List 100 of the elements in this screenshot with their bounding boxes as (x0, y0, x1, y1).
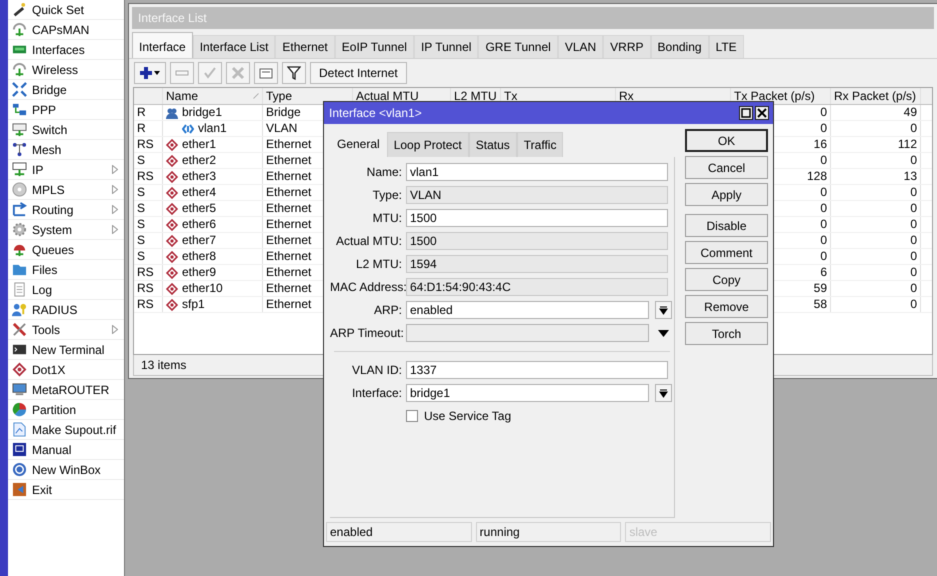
dropdown-field[interactable]: bridge1 (406, 384, 649, 402)
menu-item[interactable]: Partition (8, 400, 124, 420)
readonly-field: 1500 (406, 232, 668, 250)
table-cell: ether9 (182, 265, 216, 280)
comment-button[interactable] (254, 62, 278, 84)
input-field[interactable]: vlan1 (406, 163, 668, 181)
dropdown-button[interactable] (655, 384, 672, 402)
menu-item[interactable]: Exit (8, 480, 124, 500)
table-cell: 0 (831, 281, 921, 296)
table-cell: RS (134, 137, 163, 152)
tab[interactable]: Interface (132, 32, 193, 58)
menu-item[interactable]: IP (8, 160, 124, 180)
pie-icon (12, 402, 27, 417)
menu-item[interactable]: System (8, 220, 124, 240)
tab[interactable]: Interface List (192, 35, 276, 58)
menu-item[interactable]: Switch (8, 120, 124, 140)
input-field[interactable]: 1337 (406, 361, 668, 379)
dialog-button[interactable]: Apply (685, 183, 768, 206)
ethernet-icon (166, 202, 178, 214)
detect-internet-button[interactable]: Detect Internet (310, 62, 407, 84)
menu-item[interactable]: RADIUS (8, 300, 124, 320)
menu-item[interactable]: Files (8, 260, 124, 280)
menu-item[interactable]: Dot1X (8, 360, 124, 380)
table-cell: 0 (831, 201, 921, 216)
window-title: Interface List (132, 7, 934, 29)
menu-item[interactable]: Tools (8, 320, 124, 340)
caret-icon (659, 306, 668, 314)
tab[interactable]: IP Tunnel (414, 35, 478, 58)
table-cell: S (134, 233, 163, 248)
ethernet-icon (166, 266, 178, 278)
ethernet-icon (166, 282, 178, 294)
table-cell: ether10 (182, 281, 223, 296)
tab[interactable]: VLAN (558, 35, 604, 58)
add-button[interactable] (134, 62, 166, 84)
column-header[interactable]: Rx Packet (p/s) (831, 88, 921, 104)
table-cell: 0 (831, 185, 921, 200)
table-cell: R (134, 105, 163, 120)
menu-item[interactable]: Make Supout.rif (8, 420, 124, 440)
note-icon (259, 66, 273, 80)
dialog-button[interactable]: OK (685, 129, 768, 152)
close-button[interactable] (755, 106, 769, 120)
dropdown-field[interactable]: enabled (406, 301, 649, 319)
table-cell: 0 (831, 265, 921, 280)
tools-icon (12, 322, 27, 337)
tab[interactable]: Traffic (516, 132, 564, 157)
menu-item[interactable]: Routing (8, 200, 124, 220)
dialog-button[interactable]: Disable (685, 214, 768, 237)
status-segment: running (476, 522, 622, 542)
antenna-icon (12, 22, 27, 37)
tab[interactable]: Bonding (650, 35, 709, 58)
menu-item[interactable]: MetaROUTER (8, 380, 124, 400)
menu-item[interactable]: MPLS (8, 180, 124, 200)
mesh-icon (12, 142, 27, 157)
menu-item[interactable]: Bridge (8, 80, 124, 100)
tab[interactable]: Loop Protect (386, 132, 469, 157)
dialog-button[interactable]: Comment (685, 241, 768, 264)
menu-item[interactable]: Interfaces (8, 40, 124, 60)
tab[interactable]: Status (468, 132, 517, 157)
exit-icon (12, 482, 27, 497)
menu-item[interactable]: Queues (8, 240, 124, 260)
dropdown-arrow-icon[interactable] (658, 330, 669, 336)
table-cell: S (134, 249, 163, 264)
menu-item[interactable]: New WinBox (8, 460, 124, 480)
input-field[interactable]: 1500 (406, 209, 668, 227)
table-cell: 0 (831, 121, 921, 136)
table-cell: 0 (831, 217, 921, 232)
menu-item[interactable]: Log (8, 280, 124, 300)
menu-item[interactable]: Quick Set (8, 0, 124, 20)
column-header[interactable]: Name (163, 88, 263, 104)
menu-item[interactable]: PPP (8, 100, 124, 120)
filter-button[interactable] (282, 62, 306, 84)
tab[interactable]: EoIP Tunnel (334, 35, 414, 58)
maximize-button[interactable] (739, 106, 753, 120)
menu-item[interactable]: New Terminal (8, 340, 124, 360)
table-cell: RS (134, 297, 163, 312)
menu-item[interactable]: Wireless (8, 60, 124, 80)
tab[interactable]: LTE (708, 35, 744, 58)
gear-icon (12, 222, 27, 237)
tab[interactable]: GRE Tunnel (478, 35, 558, 58)
dialog-button[interactable]: Torch (685, 322, 768, 345)
globe-icon (12, 462, 27, 477)
menu-item[interactable]: Manual (8, 440, 124, 460)
table-cell: 49 (831, 105, 921, 120)
tab[interactable]: Ethernet (275, 35, 335, 58)
table-cell: 0 (831, 153, 921, 168)
table-cell: ether3 (182, 169, 216, 184)
field-label: ARP: (372, 303, 402, 317)
tab[interactable]: VRRP (603, 35, 651, 58)
ethernet-icon (166, 250, 178, 262)
dropdown-button[interactable] (655, 301, 672, 319)
dialog-button[interactable]: Copy (685, 268, 768, 291)
combo-field[interactable] (406, 324, 649, 342)
menu-item[interactable]: Mesh (8, 140, 124, 160)
menu-item[interactable]: CAPsMAN (8, 20, 124, 40)
checkbox[interactable] (406, 410, 418, 422)
table-cell: S (134, 217, 163, 232)
antenna-icon (12, 62, 27, 77)
dialog-button[interactable]: Remove (685, 295, 768, 318)
table-cell: vlan1 (198, 121, 227, 136)
dialog-button[interactable]: Cancel (685, 156, 768, 179)
